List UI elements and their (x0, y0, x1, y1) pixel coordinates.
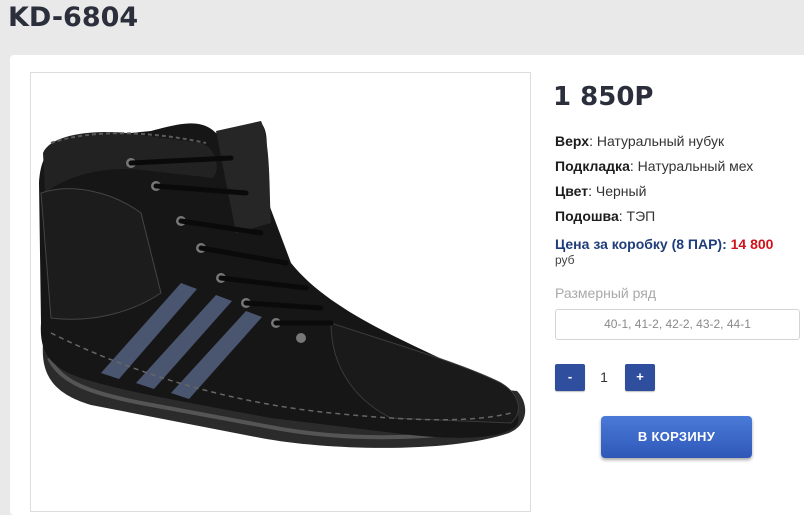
boot-image (39, 121, 526, 448)
attribute-lining: Подкладка: Натуральный мех (555, 158, 754, 174)
attribute-upper: Верх: Натуральный нубук (555, 133, 725, 149)
box-price-unit: руб (555, 253, 575, 267)
attributes-list: Верх: Натуральный нубук Подкладка: Натур… (555, 131, 753, 231)
quantity-increase-button[interactable]: + (625, 364, 655, 391)
sizes-label: Размерный ряд (555, 285, 657, 301)
product-photo[interactable] (30, 72, 531, 512)
attribute-value: Натуральный нубук (596, 133, 725, 149)
product-price: 1 850Р (553, 82, 654, 112)
box-price-label: Цена за коробку (8 ПАР): (555, 236, 727, 252)
page-title: KD-6804 (8, 2, 139, 33)
quantity-input[interactable]: 1 (590, 364, 618, 391)
attribute-value: Черный (595, 183, 647, 199)
sizes-field: 40-1, 41-2, 42-2, 43-2, 44-1 (555, 309, 800, 340)
attribute-value: ТЭП (626, 208, 656, 224)
attribute-key: Верх (555, 133, 590, 149)
attribute-key: Цвет (555, 183, 589, 199)
attribute-key: Подкладка (555, 158, 630, 174)
attribute-value: Натуральный мех (637, 158, 754, 174)
box-price: Цена за коробку (8 ПАР): 14 800 руб (555, 236, 774, 267)
add-to-cart-button[interactable]: В КОРЗИНУ (601, 416, 752, 458)
box-price-value: 14 800 (730, 236, 774, 252)
attribute-key: Подошва (555, 208, 619, 224)
attribute-color: Цвет: Черный (555, 183, 647, 199)
quantity-decrease-button[interactable]: - (555, 364, 585, 391)
attribute-sole: Подошва: ТЭП (555, 208, 656, 224)
